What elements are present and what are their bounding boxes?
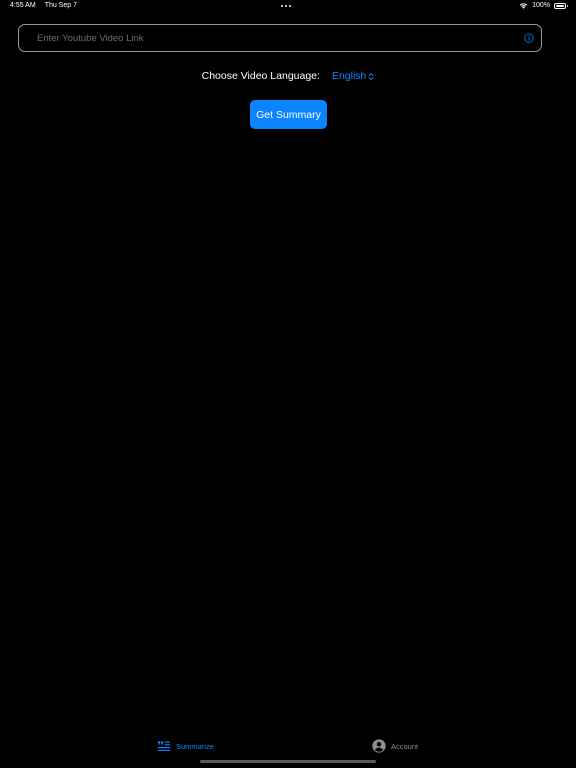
info-icon[interactable] (524, 33, 534, 43)
battery-icon (554, 2, 568, 9)
language-label: Choose Video Language: (201, 70, 320, 82)
status-date: Thu Sep 7 (44, 2, 77, 9)
battery-fill (556, 4, 564, 7)
status-time: 4:55 AM (10, 2, 36, 9)
more-dots-icon[interactable] (281, 5, 291, 7)
status-indicators: 100% (519, 2, 568, 9)
language-selected: English (331, 70, 367, 82)
status-bar: 4:55 AM Thu Sep 7 100% (0, 0, 576, 14)
status-time-date: 4:55 AM Thu Sep 7 (10, 2, 77, 9)
person-circle-icon (372, 739, 386, 753)
language-row: Choose Video Language: English (0, 70, 576, 82)
get-summary-button[interactable]: Get Summary (250, 100, 327, 129)
language-picker[interactable]: English (332, 70, 374, 82)
tab-summarize[interactable]: Summarize (157, 739, 214, 753)
battery-percent: 100% (532, 2, 550, 9)
tab-account[interactable]: Account (372, 739, 418, 753)
tab-summarize-label: Summarize (176, 741, 214, 751)
home-indicator[interactable] (200, 760, 376, 763)
youtube-link-input[interactable] (37, 30, 497, 46)
link-input-container (18, 24, 542, 52)
wifi-icon (519, 3, 528, 9)
tab-account-label: Account (391, 741, 419, 751)
chevron-up-down-icon (369, 72, 374, 80)
quote-list-icon (157, 741, 171, 751)
